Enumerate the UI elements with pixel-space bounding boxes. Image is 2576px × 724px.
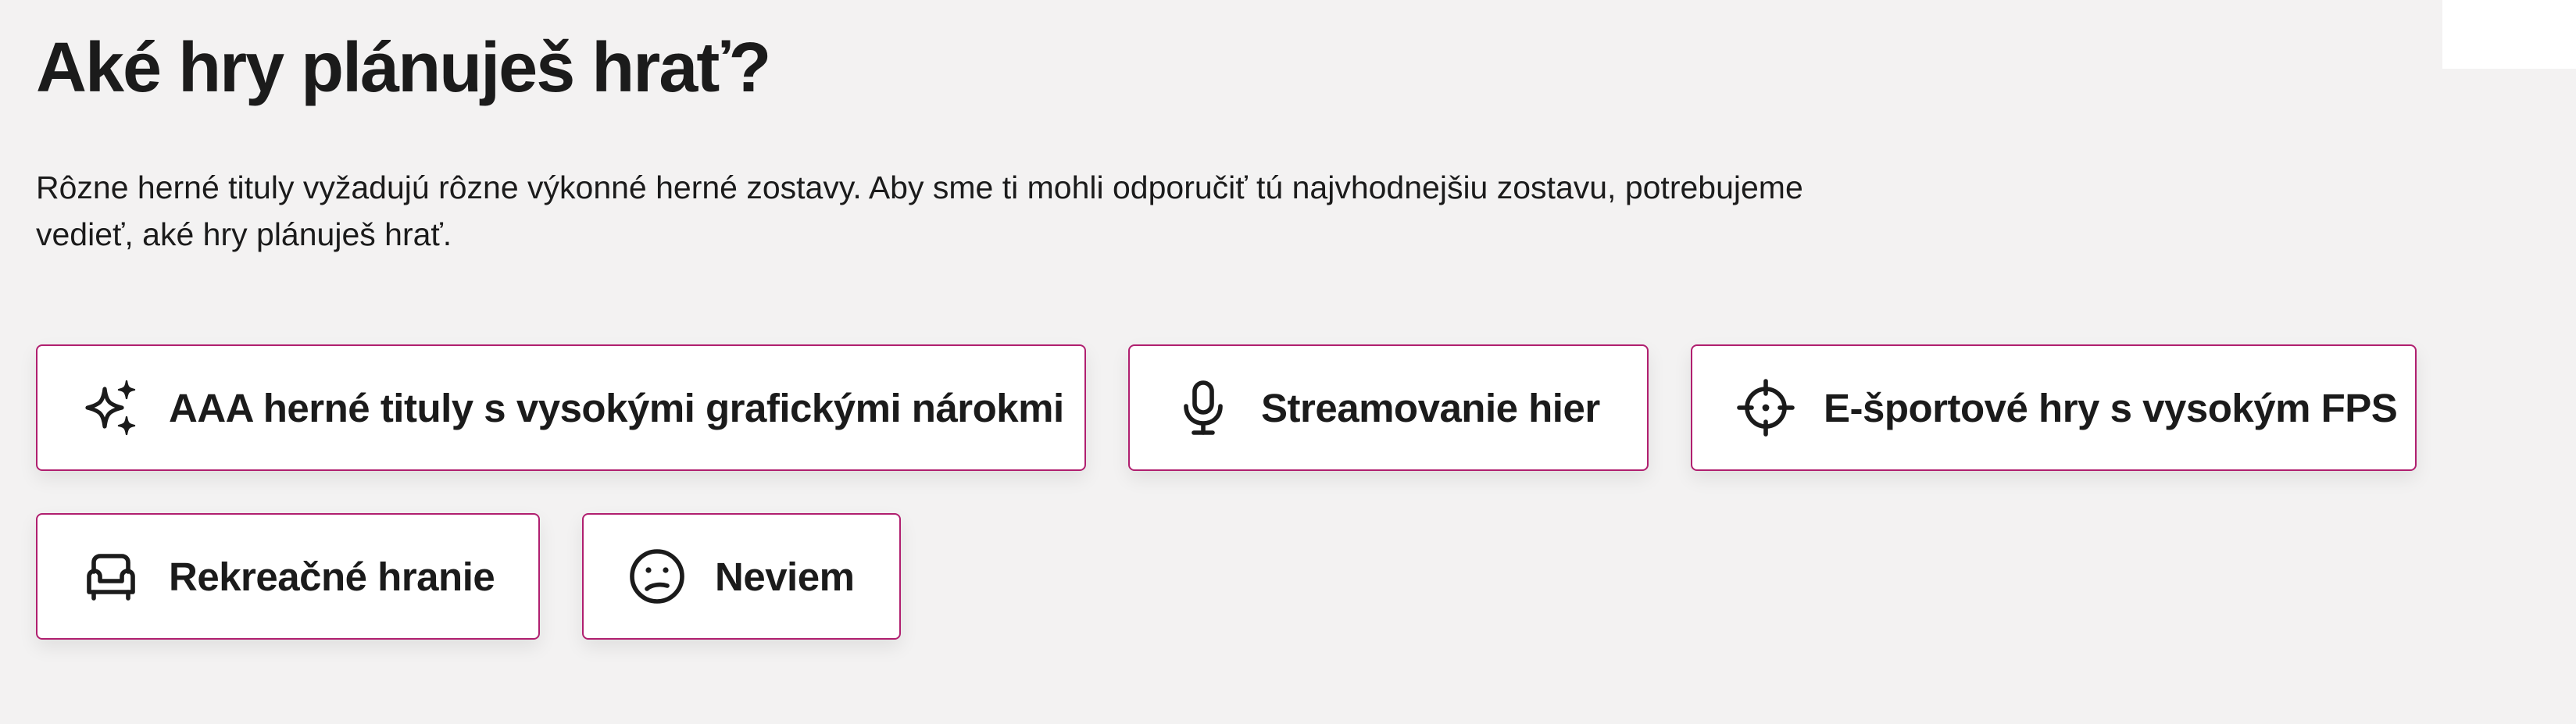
option-aaa-games[interactable]: AAA herné tituly s vysokými grafickými n…: [36, 344, 1086, 471]
option-label: AAA herné tituly s vysokými grafickými n…: [169, 385, 1064, 430]
sparkles-icon: [80, 376, 142, 439]
option-streaming[interactable]: Streamovanie hier: [1128, 344, 1649, 471]
page-title: Aké hry plánuješ hrať?: [36, 29, 771, 107]
option-esports[interactable]: E-športové hry s vysokým FPS: [1691, 344, 2417, 471]
option-casual-gaming[interactable]: Rekreačné hranie: [36, 513, 540, 640]
page-description: Rôzne herné tituly vyžadujú rôzne výkonn…: [36, 169, 1803, 252]
armchair-icon: [80, 545, 142, 608]
option-label: Rekreačné hranie: [169, 554, 495, 599]
crosshair-icon: [1735, 376, 1797, 439]
option-label: E-športové hry s vysokým FPS: [1824, 385, 2398, 430]
microphone-icon: [1172, 376, 1234, 439]
confused-face-icon: [626, 545, 688, 608]
option-label: Neviem: [715, 554, 855, 599]
option-dont-know[interactable]: Neviem: [582, 513, 901, 640]
option-label: Streamovanie hier: [1261, 385, 1600, 430]
top-right-panel: [2442, 0, 2576, 69]
